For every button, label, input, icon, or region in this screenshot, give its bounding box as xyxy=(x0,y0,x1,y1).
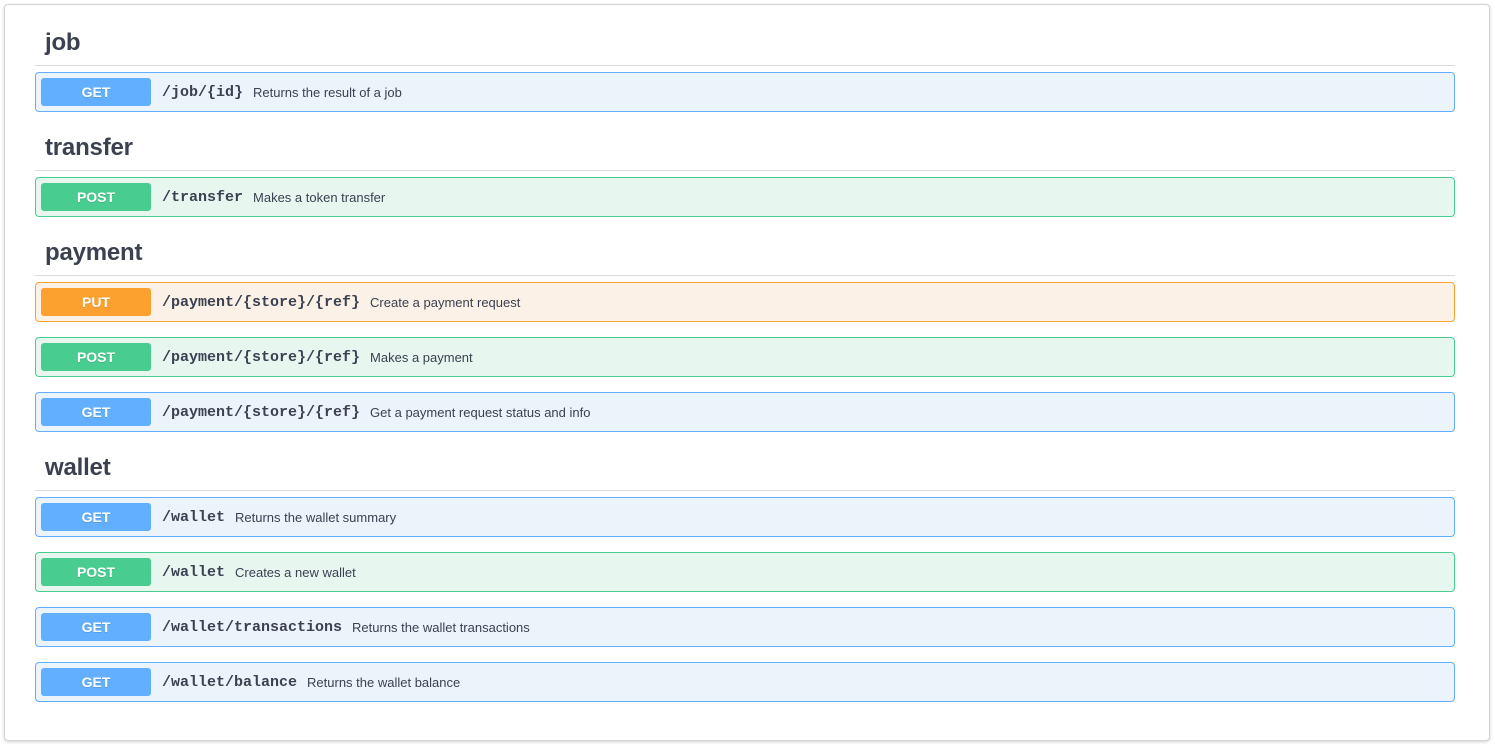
operation-summary: Create a payment request xyxy=(370,294,521,310)
tag-header-transfer[interactable]: transfer xyxy=(35,128,1455,171)
operation-get-job-id[interactable]: GET /job/{id} Returns the result of a jo… xyxy=(35,72,1455,112)
operation-summary: Returns the result of a job xyxy=(253,84,402,100)
tag-title: job xyxy=(45,29,81,56)
method-badge: GET xyxy=(41,503,151,531)
operation-path: /wallet xyxy=(162,563,226,581)
operation-path: /payment/{store}/{ref} xyxy=(162,348,361,366)
operations-payment: PUT /payment/{store}/{ref} Create a paym… xyxy=(35,276,1455,448)
tag-section-job: job GET /job/{id} Returns the result of … xyxy=(35,23,1455,128)
operations-job: GET /job/{id} Returns the result of a jo… xyxy=(35,66,1455,128)
operation-get-payment[interactable]: GET /payment/{store}/{ref} Get a payment… xyxy=(35,392,1455,432)
operation-summary: Returns the wallet transactions xyxy=(352,619,530,635)
operation-summary: Makes a payment xyxy=(370,349,473,365)
operation-summary: Makes a token transfer xyxy=(253,189,386,205)
operation-path: /payment/{store}/{ref} xyxy=(162,293,361,311)
operations-wallet: GET /wallet Returns the wallet summary P… xyxy=(35,491,1455,718)
method-badge: PUT xyxy=(41,288,151,316)
operation-summary: Get a payment request status and info xyxy=(370,404,591,420)
operation-path: /job/{id} xyxy=(162,83,244,101)
operation-post-transfer[interactable]: POST /transfer Makes a token transfer xyxy=(35,177,1455,217)
method-badge: POST xyxy=(41,558,151,586)
operation-put-payment[interactable]: PUT /payment/{store}/{ref} Create a paym… xyxy=(35,282,1455,322)
api-operations-list: job GET /job/{id} Returns the result of … xyxy=(35,23,1455,718)
operation-path: /transfer xyxy=(162,188,244,206)
tag-header-wallet[interactable]: wallet xyxy=(35,448,1455,491)
tag-section-wallet: wallet GET /wallet Returns the wallet su… xyxy=(35,448,1455,718)
tag-section-transfer: transfer POST /transfer Makes a token tr… xyxy=(35,128,1455,233)
tag-section-payment: payment PUT /payment/{store}/{ref} Creat… xyxy=(35,233,1455,448)
api-docs-panel: job GET /job/{id} Returns the result of … xyxy=(4,4,1490,741)
method-badge: GET xyxy=(41,78,151,106)
operation-get-wallet-transactions[interactable]: GET /wallet/transactions Returns the wal… xyxy=(35,607,1455,647)
method-badge: POST xyxy=(41,183,151,211)
operation-path: /wallet xyxy=(162,508,226,526)
method-badge: GET xyxy=(41,398,151,426)
operation-get-wallet[interactable]: GET /wallet Returns the wallet summary xyxy=(35,497,1455,537)
operation-path: /payment/{store}/{ref} xyxy=(162,403,361,421)
method-badge: POST xyxy=(41,343,151,371)
tag-title: wallet xyxy=(45,454,111,481)
operation-path: /wallet/transactions xyxy=(162,618,343,636)
method-badge: GET xyxy=(41,613,151,641)
operation-path: /wallet/balance xyxy=(162,673,298,691)
operations-transfer: POST /transfer Makes a token transfer xyxy=(35,171,1455,233)
method-badge: GET xyxy=(41,668,151,696)
operation-post-payment[interactable]: POST /payment/{store}/{ref} Makes a paym… xyxy=(35,337,1455,377)
operation-get-wallet-balance[interactable]: GET /wallet/balance Returns the wallet b… xyxy=(35,662,1455,702)
tag-header-job[interactable]: job xyxy=(35,23,1455,66)
tag-title: transfer xyxy=(45,134,133,161)
operation-post-wallet[interactable]: POST /wallet Creates a new wallet xyxy=(35,552,1455,592)
operation-summary: Creates a new wallet xyxy=(235,564,356,580)
operation-summary: Returns the wallet summary xyxy=(235,509,397,525)
operation-summary: Returns the wallet balance xyxy=(307,674,461,690)
tag-header-payment[interactable]: payment xyxy=(35,233,1455,276)
tag-title: payment xyxy=(45,239,143,266)
